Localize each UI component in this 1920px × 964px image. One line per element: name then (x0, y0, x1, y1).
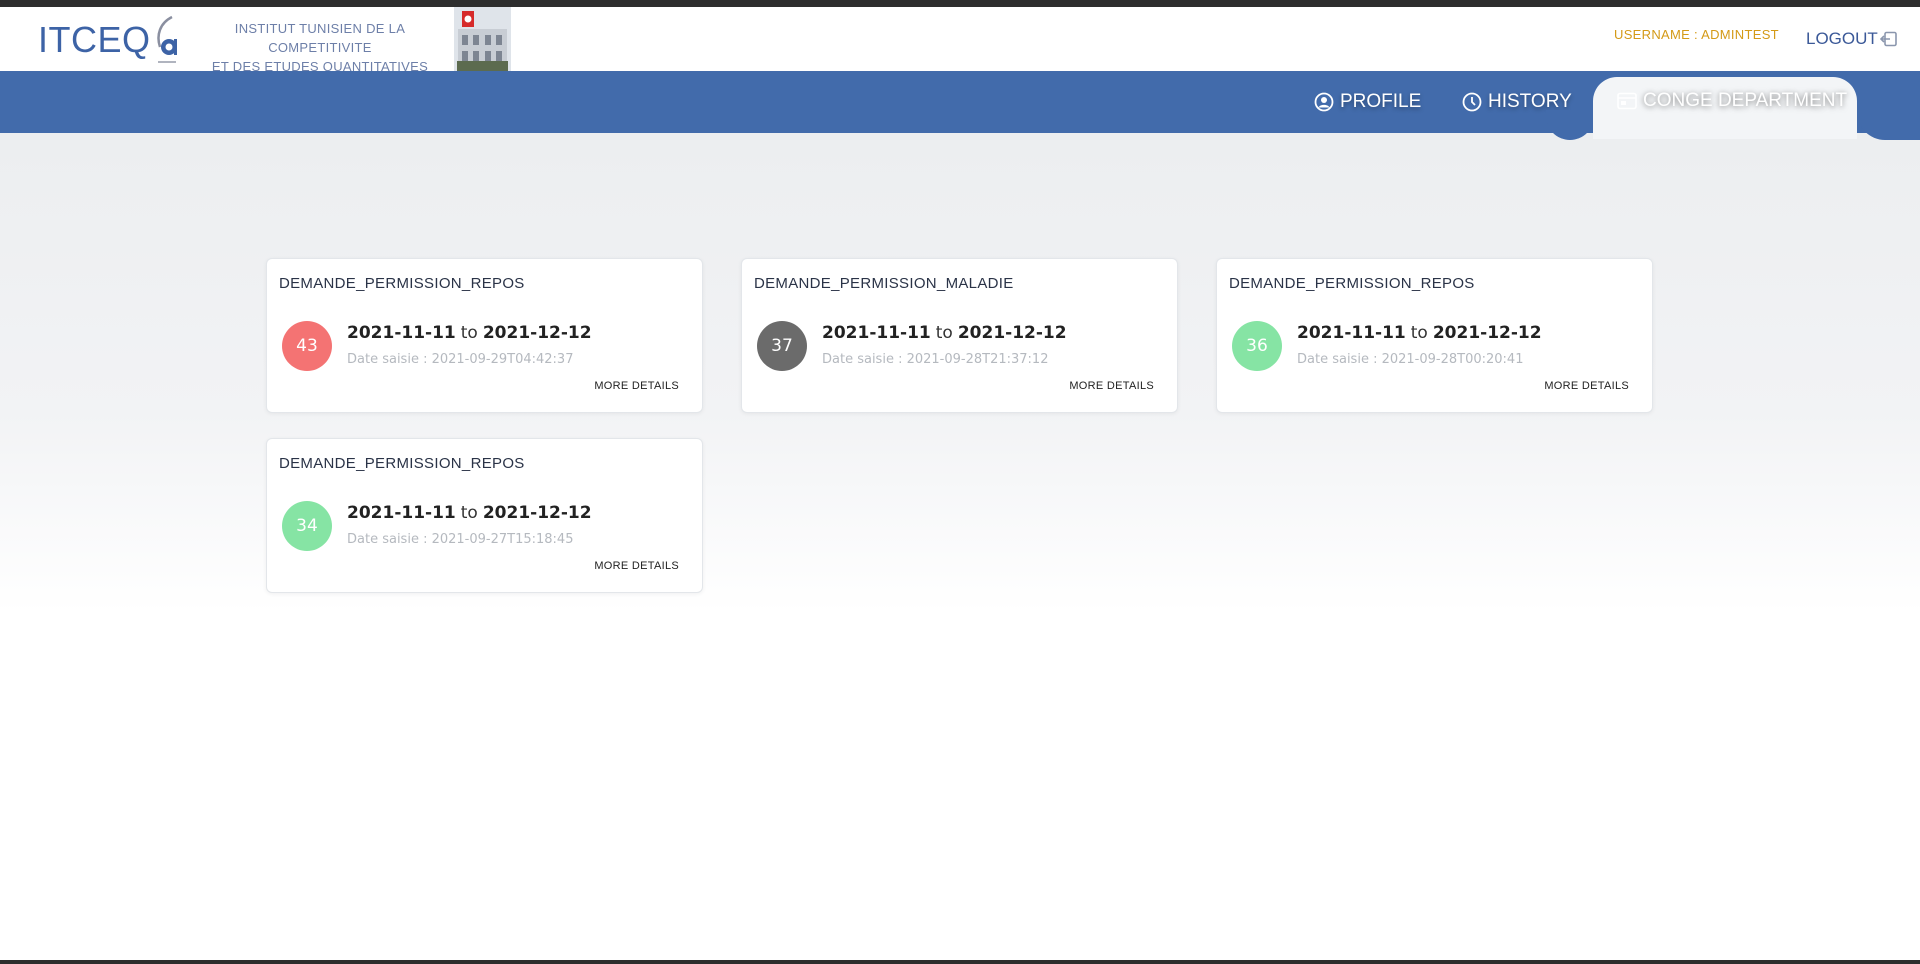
date-from: 2021-11-11 (347, 503, 456, 523)
nav-conge-label: CONGE DEPARTMENT (1643, 90, 1848, 111)
date-saisie: Date saisie : 2021-09-29T04:42:37 (347, 352, 574, 367)
date-to: 2021-12-12 (957, 323, 1067, 343)
card-title: DEMANDE_PERMISSION_REPOS (279, 275, 525, 292)
header: ITCEQ INSTITUT TUNISIEN DE LA COMPETITIV… (0, 7, 1920, 74)
date-from: 2021-11-11 (1297, 323, 1406, 343)
date-saisie: Date saisie : 2021-09-28T21:37:12 (822, 352, 1049, 367)
more-details-link[interactable]: MORE DETAILS (1544, 380, 1629, 392)
nav-profile[interactable]: PROFILE (1314, 71, 1421, 133)
date-from: 2021-11-11 (822, 323, 931, 343)
username-label: USERNAME : ADMINTEST (1614, 27, 1779, 42)
date-from: 2021-11-11 (347, 323, 456, 343)
clock-icon (1462, 92, 1482, 112)
date-to: 2021-12-12 (482, 323, 592, 343)
window-top-strip (0, 0, 1920, 7)
card-title: DEMANDE_PERMISSION_REPOS (279, 455, 525, 472)
request-card: DEMANDE_PERMISSION_REPOS 36 2021-11-11 to… (1216, 258, 1653, 413)
institute-name: INSTITUT TUNISIEN DE LA COMPETITIVITE ET… (205, 19, 435, 76)
date-separator: to (460, 323, 478, 343)
itceq-logo-icon (157, 15, 177, 63)
more-details-link[interactable]: MORE DETAILS (594, 380, 679, 392)
request-card: DEMANDE_PERMISSION_MALADIE 37 2021-11-11… (741, 258, 1178, 413)
logout-button[interactable]: LOGOUT (1806, 29, 1898, 49)
date-range: 2021-11-11 to 2021-12-12 (347, 503, 592, 523)
brand-name: ITCEQ (38, 19, 151, 60)
date-range: 2021-11-11 to 2021-12-12 (347, 323, 592, 343)
user-circle-icon (1314, 92, 1334, 112)
request-card: DEMANDE_PERMISSION_REPOS 43 2021-11-11 to… (266, 258, 703, 413)
request-number-badge: 37 (757, 321, 807, 371)
date-to: 2021-12-12 (482, 503, 592, 523)
card-title: DEMANDE_PERMISSION_REPOS (1229, 275, 1475, 292)
date-saisie: Date saisie : 2021-09-27T15:18:45 (347, 532, 574, 547)
nav-conge-department[interactable]: CONGE DEPARTMENT (1617, 77, 1847, 125)
date-saisie: Date saisie : 2021-09-28T00:20:41 (1297, 352, 1524, 367)
date-separator: to (1410, 323, 1428, 343)
building-flag-image (454, 7, 511, 71)
card-title: DEMANDE_PERMISSION_MALADIE (754, 275, 1014, 292)
logout-icon (1879, 31, 1897, 47)
window-icon (1617, 92, 1637, 110)
more-details-link[interactable]: MORE DETAILS (1069, 380, 1154, 392)
request-number-badge: 36 (1232, 321, 1282, 371)
window-bottom-strip (0, 960, 1920, 964)
nav-profile-label: PROFILE (1340, 91, 1422, 112)
date-to: 2021-12-12 (1432, 323, 1542, 343)
request-number-badge: 34 (282, 501, 332, 551)
request-card: DEMANDE_PERMISSION_REPOS 34 2021-11-11 to… (266, 438, 703, 593)
date-range: 2021-11-11 to 2021-12-12 (1297, 323, 1542, 343)
request-number-badge: 43 (282, 321, 332, 371)
logout-label: LOGOUT (1806, 29, 1878, 48)
date-range: 2021-11-11 to 2021-12-12 (822, 323, 1067, 343)
date-separator: to (935, 323, 953, 343)
institute-line-1: INSTITUT TUNISIEN DE LA COMPETITIVITE (234, 21, 406, 55)
date-separator: to (460, 503, 478, 523)
more-details-link[interactable]: MORE DETAILS (594, 560, 679, 572)
